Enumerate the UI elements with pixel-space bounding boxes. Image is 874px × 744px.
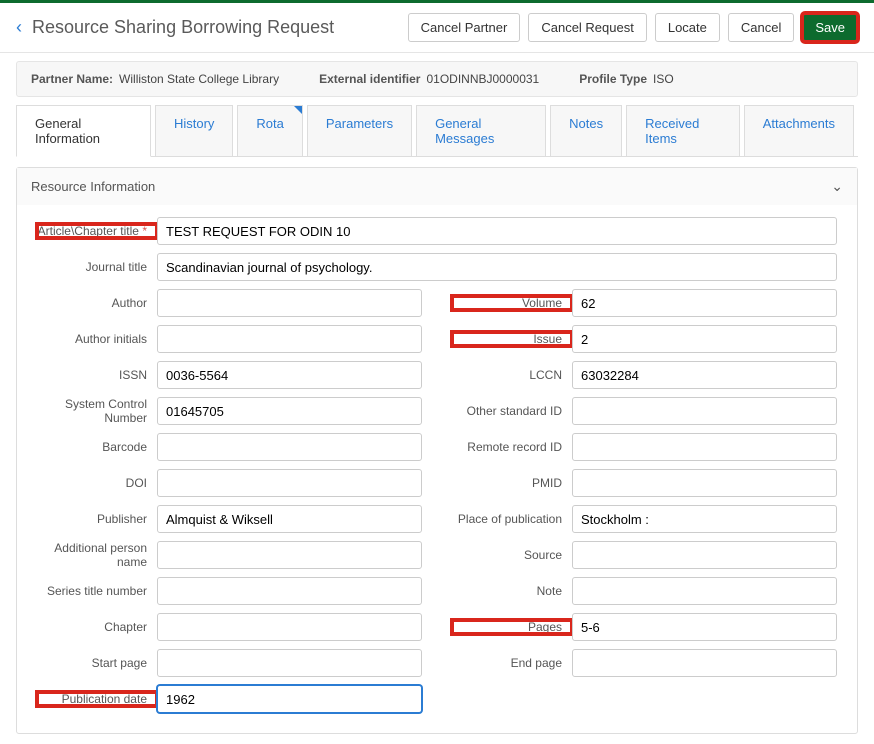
publisher-input[interactable] bbox=[157, 505, 422, 533]
tab-history[interactable]: History bbox=[155, 105, 233, 156]
place-of-publication-label: Place of publication bbox=[452, 512, 572, 526]
author-label: Author bbox=[37, 296, 157, 310]
header-actions: Cancel Partner Cancel Request Locate Can… bbox=[408, 13, 858, 42]
tab-general-messages[interactable]: General Messages bbox=[416, 105, 546, 156]
end-page-label: End page bbox=[452, 656, 572, 670]
remote-record-id-input[interactable] bbox=[572, 433, 837, 461]
volume-input[interactable] bbox=[572, 289, 837, 317]
pmid-input[interactable] bbox=[572, 469, 837, 497]
publication-date-label: Publication date bbox=[37, 692, 157, 706]
source-input[interactable] bbox=[572, 541, 837, 569]
locate-button[interactable]: Locate bbox=[655, 13, 720, 42]
other-standard-id-label: Other standard ID bbox=[452, 404, 572, 418]
scn-label: System Control Number bbox=[37, 397, 157, 425]
barcode-input[interactable] bbox=[157, 433, 422, 461]
place-of-publication-input[interactable] bbox=[572, 505, 837, 533]
tab-notes[interactable]: Notes bbox=[550, 105, 622, 156]
resource-info-section: Resource Information ⌄ Article\Chapter t… bbox=[16, 167, 858, 734]
pages-input[interactable] bbox=[572, 613, 837, 641]
external-id-value: 01ODINNBJ0000031 bbox=[426, 72, 539, 86]
issn-label: ISSN bbox=[37, 368, 157, 382]
profile-type-value: ISO bbox=[653, 72, 674, 86]
save-button[interactable]: Save bbox=[802, 13, 858, 42]
additional-person-label: Additional person name bbox=[37, 541, 157, 569]
publisher-label: Publisher bbox=[37, 512, 157, 526]
cancel-partner-button[interactable]: Cancel Partner bbox=[408, 13, 521, 42]
scn-input[interactable] bbox=[157, 397, 422, 425]
additional-person-input[interactable] bbox=[157, 541, 422, 569]
pages-label: Pages bbox=[452, 620, 572, 634]
remote-record-id-label: Remote record ID bbox=[452, 440, 572, 454]
form-body: Article\Chapter title Journal title Auth… bbox=[17, 205, 857, 733]
tab-general-information[interactable]: General Information bbox=[16, 105, 151, 157]
section-title: Resource Information bbox=[31, 179, 155, 194]
page-title: Resource Sharing Borrowing Request bbox=[32, 17, 408, 38]
volume-label: Volume bbox=[452, 296, 572, 310]
barcode-label: Barcode bbox=[37, 440, 157, 454]
chevron-down-icon[interactable]: ⌄ bbox=[831, 178, 843, 195]
chapter-label: Chapter bbox=[37, 620, 157, 634]
author-initials-label: Author initials bbox=[37, 332, 157, 346]
source-label: Source bbox=[452, 548, 572, 562]
end-page-input[interactable] bbox=[572, 649, 837, 677]
issue-label: Issue bbox=[452, 332, 572, 346]
journal-title-input[interactable] bbox=[157, 253, 837, 281]
external-id-label: External identifier bbox=[319, 72, 420, 86]
chapter-input[interactable] bbox=[157, 613, 422, 641]
issn-input[interactable] bbox=[157, 361, 422, 389]
partner-name-label: Partner Name: bbox=[31, 72, 113, 86]
journal-title-label: Journal title bbox=[37, 260, 157, 274]
cancel-request-button[interactable]: Cancel Request bbox=[528, 13, 647, 42]
series-title-number-label: Series title number bbox=[37, 584, 157, 598]
tab-received-items[interactable]: Received Items bbox=[626, 105, 740, 156]
tab-bar: General Information History Rota Paramet… bbox=[16, 105, 858, 157]
tab-attachments[interactable]: Attachments bbox=[744, 105, 854, 156]
pmid-label: PMID bbox=[452, 476, 572, 490]
issue-input[interactable] bbox=[572, 325, 837, 353]
note-input[interactable] bbox=[572, 577, 837, 605]
tab-parameters[interactable]: Parameters bbox=[307, 105, 412, 156]
cancel-button[interactable]: Cancel bbox=[728, 13, 794, 42]
page-header: ‹ Resource Sharing Borrowing Request Can… bbox=[0, 3, 874, 53]
profile-type-label: Profile Type bbox=[579, 72, 647, 86]
partner-name-value: Williston State College Library bbox=[119, 72, 279, 86]
author-input[interactable] bbox=[157, 289, 422, 317]
author-initials-input[interactable] bbox=[157, 325, 422, 353]
article-title-label: Article\Chapter title bbox=[37, 224, 157, 238]
info-bar: Partner Name: Williston State College Li… bbox=[16, 61, 858, 97]
publication-date-input[interactable] bbox=[157, 685, 422, 713]
back-icon[interactable]: ‹ bbox=[16, 17, 22, 38]
tab-rota[interactable]: Rota bbox=[237, 105, 302, 156]
article-title-input[interactable] bbox=[157, 217, 837, 245]
other-standard-id-input[interactable] bbox=[572, 397, 837, 425]
start-page-label: Start page bbox=[37, 656, 157, 670]
doi-input[interactable] bbox=[157, 469, 422, 497]
note-label: Note bbox=[452, 584, 572, 598]
lccn-label: LCCN bbox=[452, 368, 572, 382]
lccn-input[interactable] bbox=[572, 361, 837, 389]
start-page-input[interactable] bbox=[157, 649, 422, 677]
doi-label: DOI bbox=[37, 476, 157, 490]
series-title-number-input[interactable] bbox=[157, 577, 422, 605]
section-header[interactable]: Resource Information ⌄ bbox=[17, 168, 857, 205]
